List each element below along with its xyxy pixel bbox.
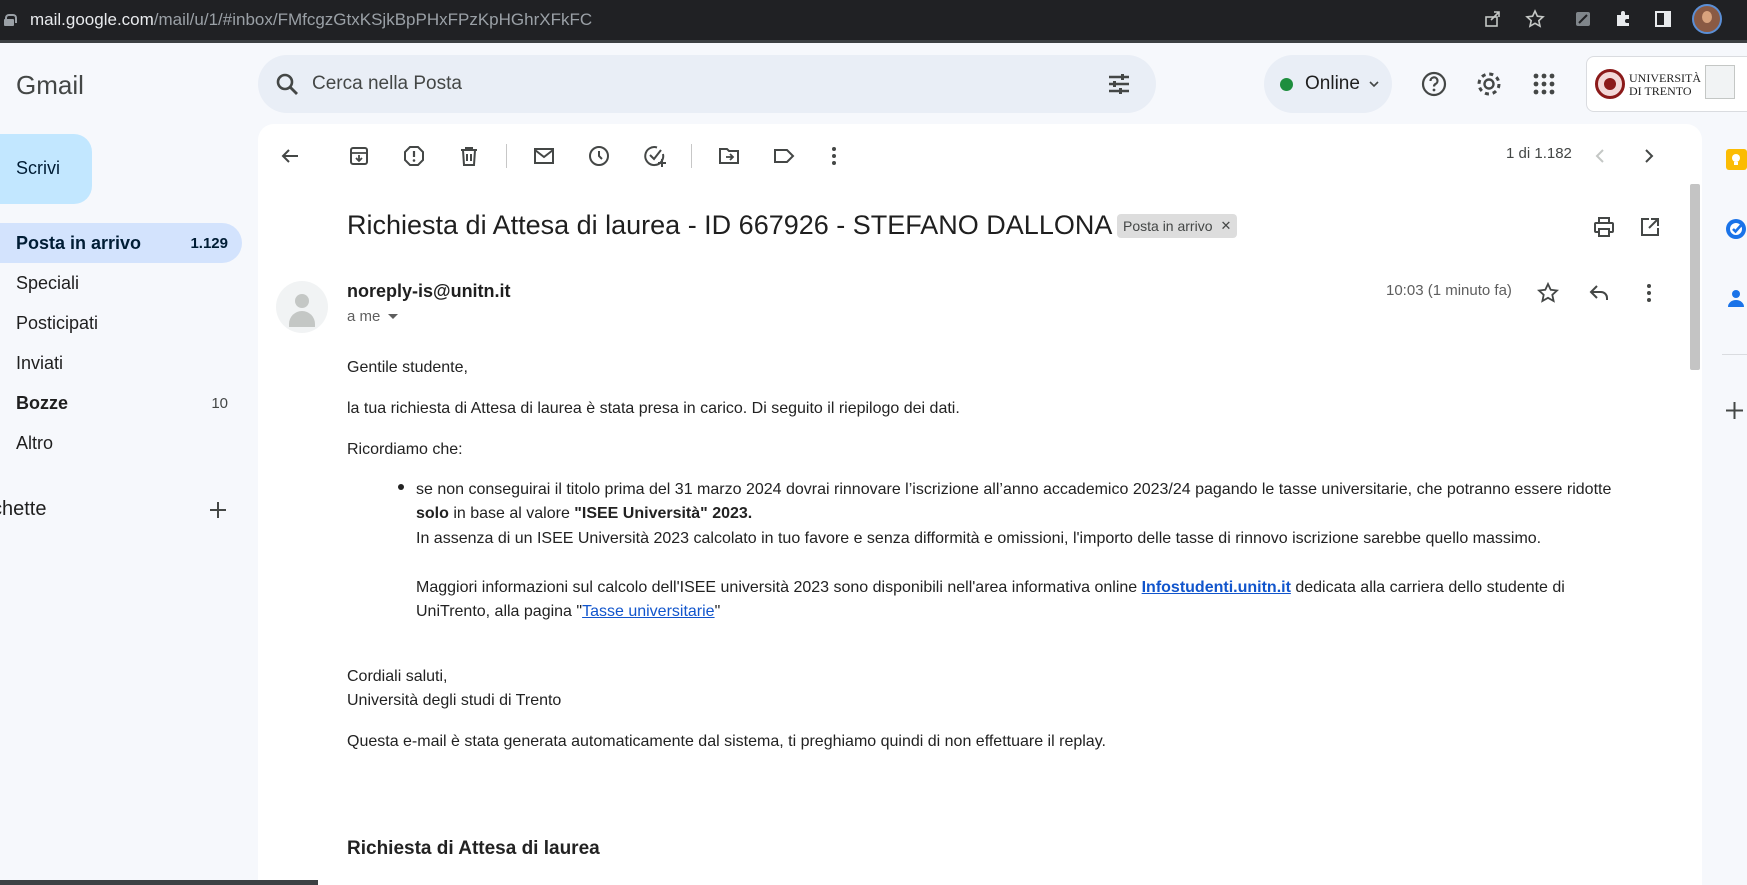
bullet-line-2: solo in base al valore "ISEE Università"… — [416, 505, 753, 522]
search-input[interactable]: Cerca nella Posta — [312, 73, 462, 95]
university-seal-logo — [1595, 69, 1625, 99]
sidebar-item-inbox[interactable]: Posta in arrivo 1.129 — [0, 223, 242, 263]
intro-text: la tua richiesta di Attesa di laurea è s… — [347, 400, 960, 417]
sidebar-item-count: 10 — [211, 395, 228, 412]
share-icon[interactable] — [1482, 8, 1504, 30]
toolbar-divider — [506, 144, 507, 168]
apps-grid-icon[interactable] — [1530, 70, 1558, 98]
recipients-toggle[interactable]: a me — [347, 308, 399, 325]
help-icon[interactable] — [1420, 70, 1448, 98]
add-to-tasks-icon[interactable] — [643, 144, 667, 168]
account-avatar[interactable] — [1705, 65, 1735, 99]
chevron-down-icon — [1369, 81, 1379, 88]
lock-icon[interactable] — [4, 14, 17, 26]
status-label: Online — [1305, 73, 1360, 94]
add-addon-icon[interactable] — [1722, 398, 1747, 423]
search-bar[interactable]: Cerca nella Posta — [258, 55, 1156, 113]
next-chevron-icon[interactable] — [1637, 144, 1661, 168]
reminder-text: Ricordiamo che: — [347, 441, 463, 458]
compose-label: Scrivi — [16, 158, 60, 178]
sidebar-item-label: Posticipati — [16, 313, 99, 333]
side-panel-icon[interactable] — [1652, 8, 1674, 30]
infostudenti-link[interactable]: Infostudenti.unitn.it — [1142, 579, 1291, 596]
sidebar-item-starred[interactable]: Speciali — [0, 263, 242, 303]
summary-heading: Richiesta di Attesa di laurea — [347, 838, 600, 859]
email-subject: Richiesta di Attesa di laurea - ID 66792… — [347, 210, 1113, 240]
sidebar-item-drafts[interactable]: Bozze 10 — [0, 383, 242, 423]
extension-cube-icon[interactable] — [1572, 8, 1594, 30]
message-timestamp: 10:03 (1 minuto fa) — [1386, 282, 1512, 299]
pagination-counter: 1 di 1.182 — [1506, 145, 1572, 162]
extensions-puzzle-icon[interactable] — [1612, 8, 1634, 30]
account-org-switcher[interactable]: UNIVERSITÀ DI TRENTO — [1586, 56, 1747, 112]
mark-unread-icon[interactable] — [532, 144, 556, 168]
tasse-universitarie-link[interactable]: Tasse universitarie — [582, 603, 715, 620]
scrollbar-thumb[interactable] — [1690, 184, 1700, 370]
report-spam-icon[interactable] — [402, 144, 426, 168]
search-options-icon[interactable] — [1106, 71, 1132, 97]
signature-text: Università degli studi di Trento — [347, 692, 562, 709]
gmail-logo-text[interactable]: Gmail — [16, 70, 84, 101]
archive-icon[interactable] — [347, 144, 371, 168]
sender-avatar[interactable] — [276, 281, 328, 333]
contacts-icon[interactable] — [1722, 286, 1747, 311]
url-text[interactable]: mail.google.com/mail/u/1/#inbox/FMfcgzGt… — [30, 10, 592, 30]
side-panel-divider — [1722, 354, 1747, 355]
sidebar-item-more[interactable]: Altro — [0, 423, 242, 463]
tab-strip-divider — [0, 40, 1747, 43]
org-name: UNIVERSITÀ DI TRENTO — [1629, 71, 1701, 98]
move-to-folder-icon[interactable] — [717, 144, 741, 168]
previous-chevron-icon[interactable] — [1588, 144, 1612, 168]
greeting-text: Gentile studente, — [347, 359, 468, 376]
print-icon[interactable] — [1592, 215, 1616, 239]
more-vertical-icon[interactable] — [822, 144, 846, 168]
reply-icon[interactable] — [1586, 280, 1612, 306]
bottom-bar — [0, 880, 318, 885]
sender-address[interactable]: noreply-is@unitn.it — [347, 281, 511, 302]
bullet-line-3: In assenza di un ISEE Università 2023 ca… — [416, 530, 1542, 547]
label-tag-icon[interactable] — [772, 144, 796, 168]
bullet-line-1: se non conseguirai il titolo prima del 3… — [416, 481, 1612, 498]
browser-profile-avatar[interactable] — [1692, 4, 1722, 34]
back-arrow-icon[interactable] — [278, 144, 302, 168]
bookmark-star-icon[interactable] — [1524, 8, 1546, 30]
star-icon[interactable] — [1535, 280, 1561, 306]
sidebar-item-count: 1.129 — [190, 235, 228, 252]
list-bullet — [398, 484, 404, 490]
closing-text: Cordiali saluti, — [347, 668, 448, 685]
sidebar-item-label: Inviati — [16, 353, 64, 373]
remove-label-icon[interactable]: ✕ — [1220, 218, 1231, 234]
status-dropdown[interactable]: Online — [1264, 55, 1392, 113]
bullet-line-4: Maggiori informazioni sul calcolo dell'I… — [416, 579, 1565, 596]
gmail-logo-icon[interactable] — [0, 70, 4, 98]
sidebar-item-label: Posta in arrivo — [16, 233, 142, 253]
sidebar-item-label: Altro — [16, 433, 54, 453]
auto-generated-note: Questa e-mail è stata generata automatic… — [347, 733, 1106, 750]
tasks-icon[interactable] — [1722, 216, 1747, 241]
keep-notes-icon[interactable] — [1722, 147, 1747, 172]
delete-trash-icon[interactable] — [457, 144, 481, 168]
label-chip-text: Posta in arrivo — [1123, 218, 1213, 234]
inbox-label-chip[interactable]: Posta in arrivo ✕ — [1117, 214, 1238, 238]
message-more-icon[interactable] — [1636, 280, 1662, 306]
caret-down-icon[interactable] — [388, 314, 399, 319]
online-status-dot — [1280, 77, 1293, 91]
search-icon[interactable] — [274, 71, 300, 97]
compose-button[interactable]: Scrivi — [0, 134, 92, 204]
settings-gear-icon[interactable] — [1475, 70, 1503, 98]
labels-header: chette — [0, 498, 47, 520]
sidebar-item-sent[interactable]: Inviati — [0, 343, 242, 383]
snooze-clock-icon[interactable] — [587, 144, 611, 168]
add-label-icon[interactable] — [206, 498, 230, 522]
recipients-text: a me — [347, 308, 381, 325]
sidebar-item-label: Speciali — [16, 273, 80, 293]
sidebar-item-snoozed[interactable]: Posticipati — [0, 303, 242, 343]
open-new-window-icon[interactable] — [1638, 215, 1662, 239]
bullet-line-5: UniTrento, alla pagina "Tasse universita… — [416, 603, 721, 620]
toolbar-divider — [691, 144, 692, 168]
sidebar-item-label: Bozze — [16, 393, 69, 413]
